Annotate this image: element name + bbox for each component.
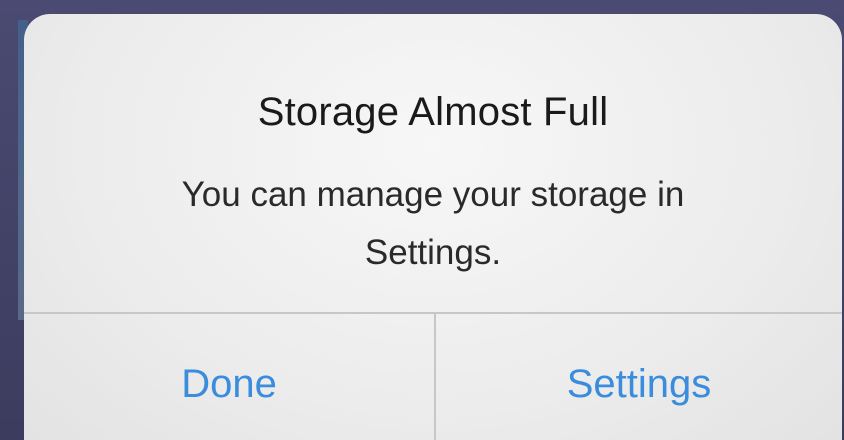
alert-title: Storage Almost Full bbox=[257, 90, 609, 134]
settings-button[interactable]: Settings bbox=[436, 314, 842, 440]
alert-body: Storage Almost Full You can manage your … bbox=[24, 14, 842, 312]
alert-message: You can manage your storage in Settings. bbox=[181, 175, 685, 272]
done-button[interactable]: Done bbox=[24, 314, 434, 440]
alert-dialog: Storage Almost Full You can manage your … bbox=[24, 14, 842, 440]
